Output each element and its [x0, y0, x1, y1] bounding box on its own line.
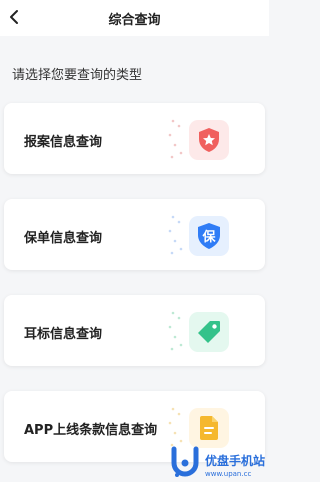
- card-report-query[interactable]: 报案信息查询: [4, 103, 265, 174]
- page-title: 综合查询: [108, 13, 161, 28]
- upan-logo-icon: [171, 446, 199, 477]
- terms-tile: [189, 408, 229, 448]
- card-policy-query[interactable]: 保单信息查询 保: [4, 199, 265, 270]
- card-label: 保单信息查询: [24, 231, 103, 246]
- eartag-tile: [189, 312, 229, 352]
- card-label: 报案信息查询: [24, 135, 103, 150]
- watermark: 优盘手机站 www.upan.cc: [168, 443, 269, 482]
- card-label: APP上线条款信息查询: [24, 423, 158, 438]
- top-bar: 综合查询: [0, 0, 269, 36]
- tag-icon: [198, 321, 220, 343]
- card-eartag-query[interactable]: 耳标信息查询: [4, 295, 265, 366]
- watermark-name: 优盘手机站: [205, 454, 266, 468]
- policy-tile: 保: [189, 216, 229, 256]
- watermark-url: www.upan.cc: [205, 470, 252, 478]
- shield-bao-icon: 保: [198, 223, 220, 249]
- shield-bao-text: 保: [201, 229, 216, 245]
- shield-star-icon: [199, 128, 219, 152]
- card-label: 耳标信息查询: [24, 327, 103, 342]
- query-type-prompt: 请选择您要查询的类型: [12, 68, 143, 83]
- document-icon: [200, 416, 218, 440]
- report-tile: [189, 120, 229, 160]
